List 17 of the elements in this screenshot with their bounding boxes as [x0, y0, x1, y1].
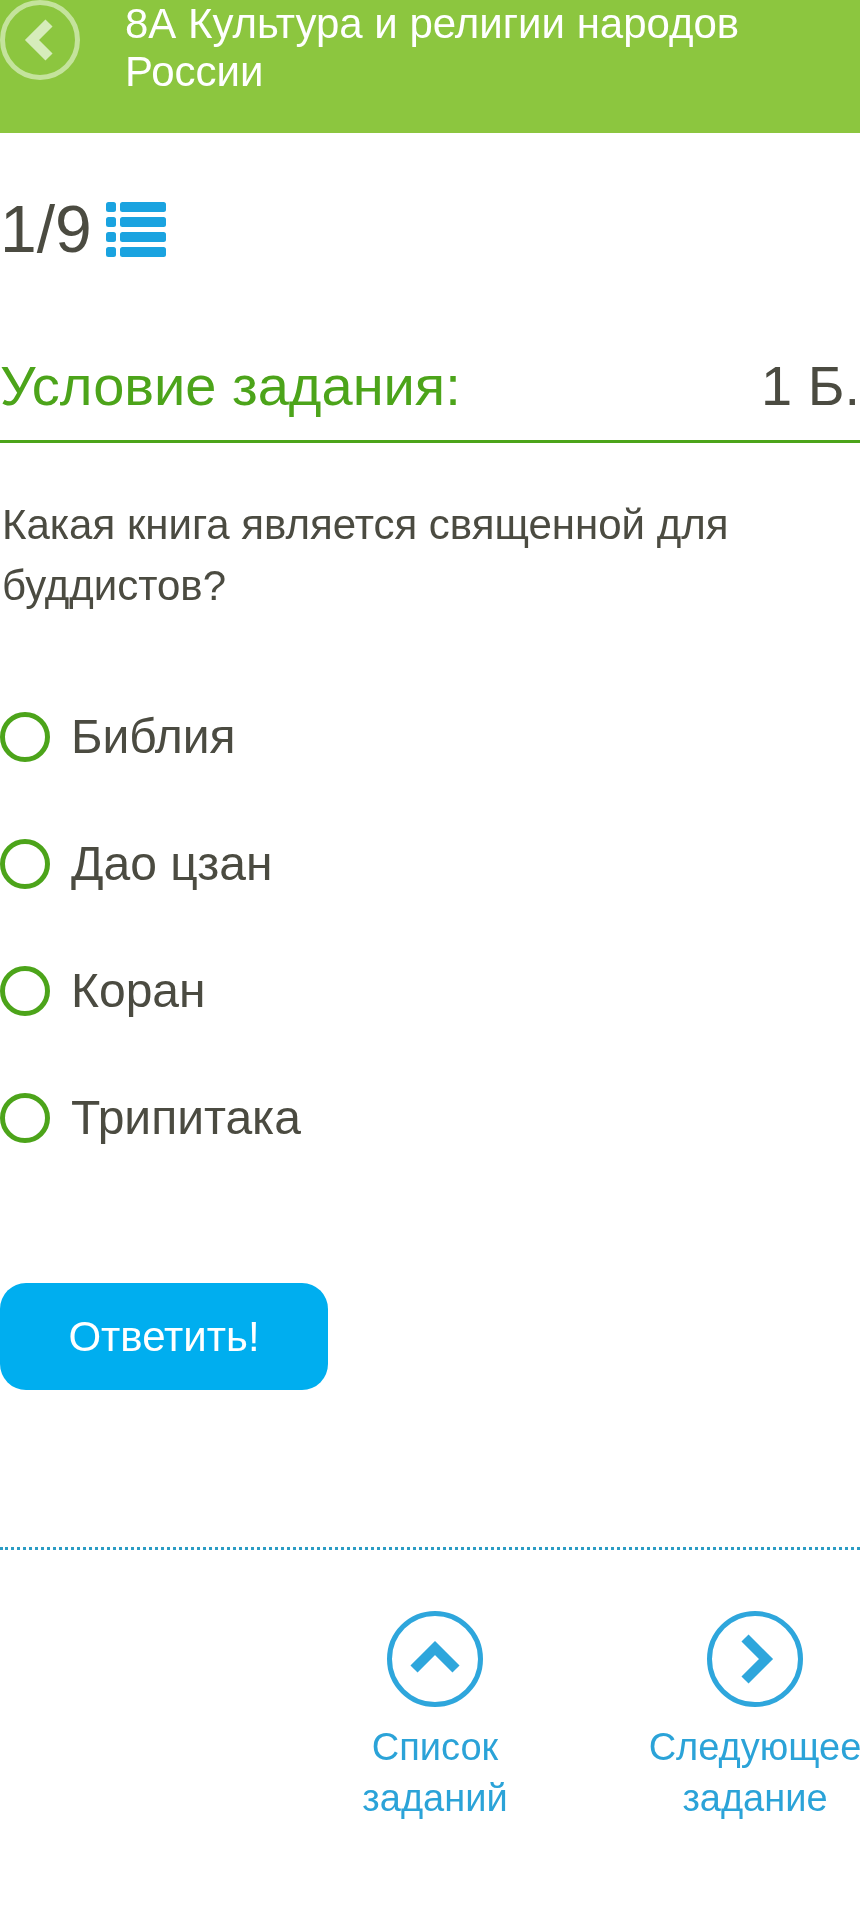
- list-icon[interactable]: [105, 201, 166, 257]
- points-label: 1 Б.: [761, 354, 860, 418]
- task-counter: 1/9: [0, 196, 92, 262]
- radio-button[interactable]: [0, 1092, 50, 1143]
- chevron-up-circle-icon[interactable]: [387, 1611, 483, 1707]
- chevron-left-circle-icon[interactable]: [0, 0, 80, 80]
- chevron-right-circle-icon[interactable]: [707, 1611, 803, 1707]
- section-heading: Условие задания:: [0, 354, 461, 418]
- radio-button[interactable]: [0, 711, 50, 762]
- radio-button[interactable]: [0, 965, 50, 1016]
- option-label[interactable]: Трипитака: [71, 1089, 301, 1146]
- question-text: Какая книга является священной для буддистов?: [1, 500, 730, 611]
- radio-button[interactable]: [0, 838, 50, 889]
- option-label[interactable]: Коран: [71, 962, 206, 1019]
- option-label[interactable]: Дао цзан: [71, 835, 273, 892]
- page-title: 8А Культура и религии народов России: [125, 0, 741, 96]
- option-label[interactable]: Библия: [71, 708, 236, 765]
